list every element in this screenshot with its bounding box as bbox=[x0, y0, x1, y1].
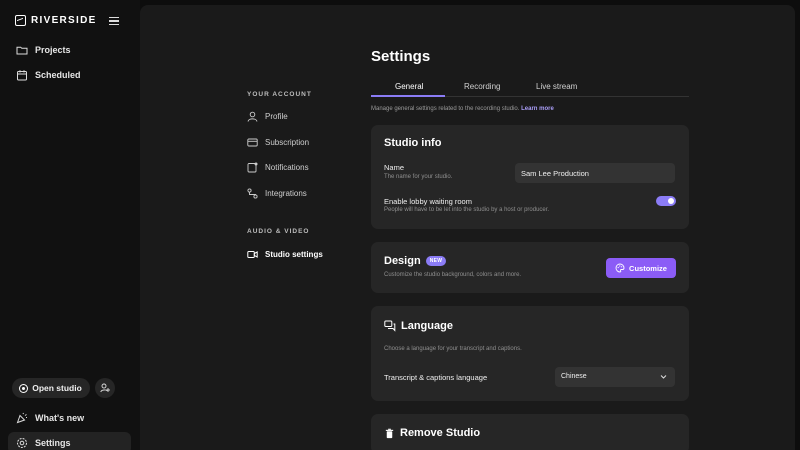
sidebar-item-scheduled[interactable]: Scheduled bbox=[16, 69, 81, 81]
sidebar-item-whats-new[interactable]: What's new bbox=[16, 412, 84, 424]
settings-nav-label: Studio settings bbox=[265, 250, 323, 259]
settings-nav-label: Integrations bbox=[265, 189, 307, 198]
add-user-icon bbox=[100, 383, 110, 393]
customize-button[interactable]: Customize bbox=[606, 258, 676, 278]
sidebar-item-label: Scheduled bbox=[35, 70, 81, 80]
description-text: Manage general settings related to the r… bbox=[371, 106, 520, 112]
trash-icon bbox=[385, 428, 394, 438]
language-title-row: Language bbox=[384, 320, 453, 332]
name-hint: The name for your studio. bbox=[384, 174, 453, 180]
page-title: Settings bbox=[371, 48, 431, 65]
tab-general[interactable]: General bbox=[395, 82, 423, 91]
settings-nav-studio-settings[interactable]: Studio settings bbox=[247, 249, 323, 260]
design-title: Design bbox=[384, 255, 421, 267]
bell-icon bbox=[247, 162, 258, 173]
sidebar-item-label: Projects bbox=[35, 45, 71, 55]
language-card: Language Choose a language for your tran… bbox=[371, 306, 689, 401]
tab-recording[interactable]: Recording bbox=[464, 82, 500, 91]
chevron-down-icon bbox=[660, 375, 667, 379]
user-icon bbox=[247, 111, 258, 122]
design-card: Design NEW Customize the studio backgrou… bbox=[371, 242, 689, 293]
section-header-your-account: YOUR ACCOUNT bbox=[247, 91, 312, 98]
language-title: Language bbox=[401, 320, 453, 332]
calendar-icon bbox=[17, 70, 27, 81]
learn-more-link[interactable]: Learn more bbox=[521, 106, 554, 112]
lobby-hint: People will have to be let into the stud… bbox=[384, 207, 550, 213]
sidebar-item-projects[interactable]: Projects bbox=[16, 44, 71, 56]
design-title-row: Design NEW bbox=[384, 255, 447, 267]
selected-language: Chinese bbox=[561, 373, 587, 380]
captions-language-select[interactable]: Chinese bbox=[555, 367, 675, 387]
settings-nav-notifications[interactable]: Notifications bbox=[247, 162, 309, 173]
party-popper-icon bbox=[16, 412, 27, 424]
remove-studio-card: Remove Studio bbox=[371, 414, 689, 450]
sidebar-item-label: What's new bbox=[35, 413, 85, 423]
tab-live-stream[interactable]: Live stream bbox=[536, 82, 577, 91]
new-badge: NEW bbox=[425, 256, 447, 266]
logo-text: RIVERSIDE bbox=[31, 15, 97, 26]
design-hint: Customize the studio background, colors … bbox=[384, 272, 522, 278]
invite-user-button[interactable] bbox=[95, 378, 115, 398]
app-sidebar: RIVERSIDE Projects Scheduled Open studio… bbox=[0, 0, 140, 450]
credit-card-icon bbox=[247, 138, 258, 147]
customize-label: Customize bbox=[629, 263, 667, 273]
section-header-audio-video: AUDIO & VIDEO bbox=[247, 228, 310, 235]
settings-nav-label: Profile bbox=[265, 112, 288, 121]
settings-nav-profile[interactable]: Profile bbox=[247, 111, 288, 122]
integrations-icon bbox=[247, 188, 258, 199]
open-studio-label: Open studio bbox=[32, 383, 82, 393]
settings-nav-label: Notifications bbox=[265, 163, 309, 172]
lobby-label: Enable lobby waiting room bbox=[384, 197, 472, 206]
palette-icon bbox=[615, 263, 625, 273]
folder-icon bbox=[16, 46, 28, 55]
lobby-waiting-room-toggle[interactable] bbox=[656, 196, 676, 206]
remove-title: Remove Studio bbox=[400, 427, 481, 439]
video-icon bbox=[247, 251, 258, 258]
sidebar-item-settings[interactable]: Settings bbox=[16, 437, 71, 449]
settings-nav-integrations[interactable]: Integrations bbox=[247, 188, 307, 199]
settings-nav-subscription[interactable]: Subscription bbox=[247, 137, 309, 148]
settings-description: Manage general settings related to the r… bbox=[371, 106, 554, 112]
studio-name-input[interactable]: Sam Lee Production bbox=[515, 163, 675, 183]
gear-icon bbox=[17, 438, 27, 448]
open-studio-button[interactable]: Open studio bbox=[12, 378, 90, 398]
studio-info-title: Studio info bbox=[384, 137, 442, 149]
name-label: Name bbox=[384, 163, 405, 172]
sidebar-item-label: Settings bbox=[35, 438, 71, 448]
riverside-logo[interactable]: RIVERSIDE bbox=[15, 15, 97, 26]
hamburger-menu-icon[interactable] bbox=[109, 17, 119, 26]
captions-language-label: Transcript & captions language bbox=[384, 373, 488, 382]
settings-tabs: General Recording Live stream bbox=[371, 80, 689, 97]
studio-info-card: Studio info Name The name for your studi… bbox=[371, 125, 689, 229]
logo-icon bbox=[15, 15, 26, 26]
active-tab-indicator bbox=[371, 95, 445, 97]
settings-nav-label: Subscription bbox=[265, 138, 310, 147]
language-hint: Choose a language for your transcript an… bbox=[384, 346, 522, 352]
record-icon bbox=[20, 384, 28, 392]
remove-title-row: Remove Studio bbox=[384, 427, 480, 439]
chat-bubbles-icon bbox=[384, 320, 396, 332]
